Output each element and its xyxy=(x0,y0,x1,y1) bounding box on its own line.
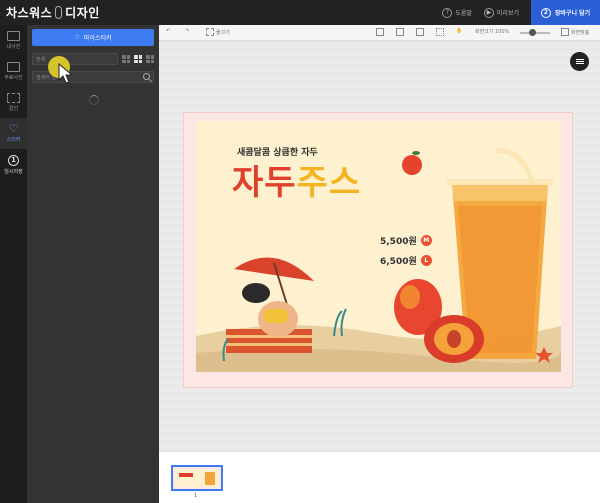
guide-label: 물끄기 xyxy=(216,29,230,36)
size-badge: M xyxy=(420,235,432,246)
my-sticker-button[interactable]: ♡ 마이스티커 xyxy=(32,29,154,46)
top-actions: ? 도움말 ▶ 미리보기 2 장바구니 담기 xyxy=(442,0,600,25)
price-text: 5,500원 xyxy=(380,237,417,247)
add-to-cart-button[interactable]: 2 장바구니 담기 xyxy=(531,0,600,25)
undo-icon: ↶ xyxy=(166,28,171,34)
rail-item-temp-save[interactable]: 1 임시저장 xyxy=(0,149,27,180)
sort-select[interactable]: 전체 xyxy=(32,53,118,65)
rail-label: 임시저장 xyxy=(4,168,23,175)
loading-spinner-icon xyxy=(89,95,99,105)
poster-design[interactable]: 새콤달콤 상큼한 자두 자두주스 5,500원 M 6,500원 L xyxy=(196,121,561,372)
guide-toggle-button[interactable]: 물끄기 xyxy=(206,28,230,36)
zoom-label: 화면크기 100% xyxy=(475,29,510,35)
layout-button[interactable] xyxy=(396,28,404,36)
heart-icon: ♡ xyxy=(8,122,19,135)
rail-label: 스티커 xyxy=(6,137,21,143)
fit-screen-button[interactable]: 화면맞춤 xyxy=(561,28,589,36)
help-label: 도움말 xyxy=(455,10,472,17)
page-thumbnail[interactable] xyxy=(171,465,223,491)
hand-icon: ✋ xyxy=(456,28,463,34)
help-icon: ? xyxy=(442,7,453,18)
rail-label: 무료사진 xyxy=(4,75,23,81)
size-badge: L xyxy=(420,255,432,266)
scissors-icon xyxy=(7,93,20,103)
cart-step-icon: 2 xyxy=(540,7,551,18)
artboard[interactable]: 새콤달콤 상큼한 자두 자두주스 5,500원 M 6,500원 L xyxy=(183,112,573,388)
poster-title-yellow: 주스 xyxy=(296,163,362,203)
layout-icon xyxy=(396,28,404,36)
mouse-cursor-icon xyxy=(58,63,74,84)
price-item-medium[interactable]: 5,500원 M xyxy=(380,234,432,247)
rail-item-my-photos[interactable]: 내사진 xyxy=(0,25,27,56)
list-view-icon[interactable] xyxy=(122,55,130,63)
cart-label: 장바구니 담기 xyxy=(554,10,591,17)
preview-button[interactable]: ▶ 미리보기 xyxy=(483,7,519,18)
image-icon xyxy=(7,62,20,72)
price-item-large[interactable]: 6,500원 L xyxy=(380,254,432,267)
hand-tool-button[interactable]: ✋ xyxy=(456,28,462,34)
logo-text-left: 차스워스 xyxy=(6,6,53,20)
layers-menu-button[interactable] xyxy=(570,52,589,71)
grid-view-icon[interactable] xyxy=(134,55,142,63)
app-logo[interactable]: 차스워스 디자인 xyxy=(6,4,100,21)
grid-icon xyxy=(436,28,444,36)
redo-button[interactable]: ↷ xyxy=(185,28,189,34)
poster-title-red: 자두 xyxy=(232,163,297,203)
my-sticker-label: 마이스티커 xyxy=(83,35,112,42)
page-icon xyxy=(376,28,384,36)
rail-item-free-photos[interactable]: 무료사진 xyxy=(0,56,27,87)
fit-screen-icon xyxy=(561,28,569,36)
align-icon xyxy=(416,28,424,36)
undo-button[interactable]: ↶ xyxy=(166,28,170,34)
sticker-panel: ♡ 마이스티커 전체 검색어 입력 xyxy=(27,25,159,503)
guide-icon xyxy=(206,28,214,36)
search-icon[interactable] xyxy=(143,73,150,80)
rail-item-cut-line[interactable]: 칼선 xyxy=(0,87,27,118)
poster-title[interactable]: 자두주스 xyxy=(232,155,361,204)
page-icon-button[interactable] xyxy=(376,28,384,36)
help-button[interactable]: ? 도움말 xyxy=(442,7,472,18)
rail-label: 내사진 xyxy=(6,44,21,50)
preview-label: 미리보기 xyxy=(496,10,519,17)
rail-label: 칼선 xyxy=(8,106,19,112)
canvas-workspace[interactable]: 새콤달콤 상큼한 자두 자두주스 5,500원 M 6,500원 L xyxy=(159,41,600,451)
price-text: 6,500원 xyxy=(380,257,417,267)
zoom-slider-handle[interactable] xyxy=(529,29,536,36)
page-number: 1 xyxy=(194,493,198,499)
logo-separator-icon xyxy=(55,6,63,19)
fit-label: 화면맞춤 xyxy=(571,29,590,36)
logo-text-right: 디자인 xyxy=(65,6,100,20)
photo-icon xyxy=(7,31,20,41)
temp-save-count-icon: 1 xyxy=(8,154,19,166)
grid-button[interactable] xyxy=(436,28,444,36)
left-rail: 내사진 무료사진 칼선 ♡ 스티커 1 임시저장 xyxy=(0,25,27,503)
heart-icon: ♡ xyxy=(74,34,80,41)
play-icon: ▶ xyxy=(483,7,494,18)
top-bar: 차스워스 디자인 ? 도움말 ▶ 미리보기 2 장바구니 담기 xyxy=(0,0,600,25)
thumbnail-preview xyxy=(175,469,219,487)
rail-item-stickers[interactable]: ♡ 스티커 xyxy=(0,118,27,149)
large-grid-view-icon[interactable] xyxy=(146,55,154,63)
align-button[interactable] xyxy=(416,28,424,36)
editor-toolbar: ↶ ↷ 물끄기 ✋ 화면크기 100% 화면맞춤 xyxy=(159,25,600,41)
page-thumbnail-strip: 1 xyxy=(159,451,600,503)
redo-icon: ↷ xyxy=(185,28,190,34)
